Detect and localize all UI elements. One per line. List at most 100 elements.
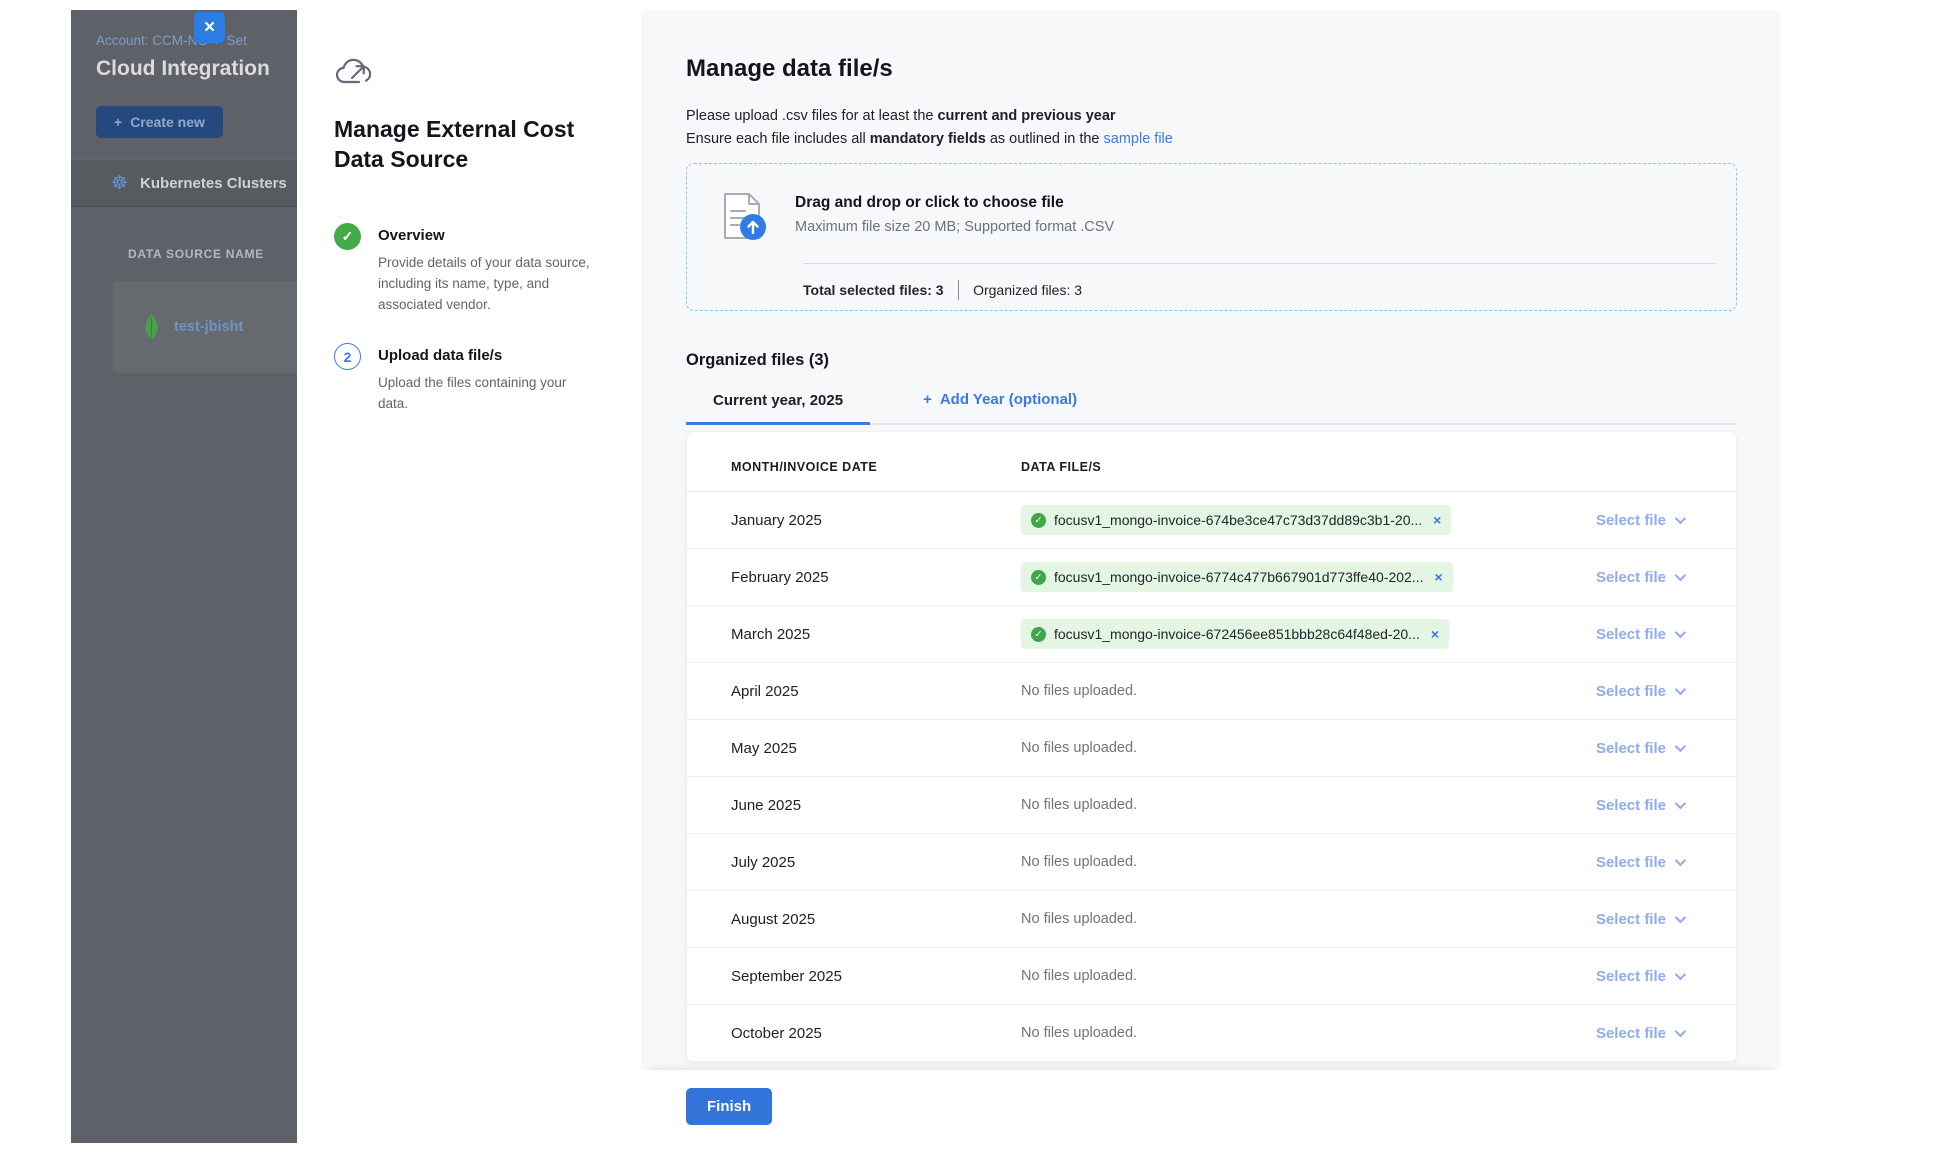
tab-current-year[interactable]: Current year, 2025 <box>686 392 870 425</box>
step-description: Provide details of your data source, inc… <box>378 253 590 316</box>
step-label: Overview <box>378 223 590 244</box>
table-row: June 2025 No files uploaded. Select file <box>687 777 1736 834</box>
remove-file-icon[interactable]: × <box>1431 626 1439 642</box>
chevron-down-icon <box>1675 969 1686 980</box>
create-new-button[interactable]: + Create new <box>96 106 223 138</box>
organized-files-count: Organized files: 3 <box>973 282 1082 298</box>
dropzone-subtitle: Maximum file size 20 MB; Supported forma… <box>795 219 1114 235</box>
file-cell: No files uploaded. <box>1021 740 1563 756</box>
file-name: focusv1_mongo-invoice-672456ee851bbb28c6… <box>1054 626 1420 642</box>
select-file-label: Select file <box>1596 683 1666 700</box>
select-file-dropdown[interactable]: Select file <box>1563 740 1683 757</box>
finish-button[interactable]: Finish <box>686 1088 772 1125</box>
page-title: Cloud Integration <box>71 48 297 81</box>
step-complete-check-icon: ✓ <box>334 223 361 250</box>
no-files-text: No files uploaded. <box>1021 1025 1137 1041</box>
select-file-dropdown[interactable]: Select file <box>1563 512 1683 529</box>
month-label: October 2025 <box>731 1025 1021 1042</box>
close-drawer-button[interactable]: × <box>194 12 225 43</box>
select-file-label: Select file <box>1596 626 1666 643</box>
file-name: focusv1_mongo-invoice-6774c477b667901d77… <box>1054 569 1423 585</box>
file-cell: No files uploaded. <box>1021 1025 1563 1041</box>
breadcrumb: Account: CCM-NG › Set <box>71 10 297 48</box>
mongodb-leaf-icon <box>143 313 160 341</box>
file-dropzone[interactable]: Drag and drop or click to choose file Ma… <box>686 163 1737 311</box>
tab-label: Kubernetes Clusters <box>140 175 287 192</box>
select-file-dropdown[interactable]: Select file <box>1563 911 1683 928</box>
dimmed-background-page: Account: CCM-NG › Set Cloud Integration … <box>71 10 297 1143</box>
step-upload-data-files[interactable]: 2 Upload data file/s Upload the files co… <box>334 343 611 415</box>
table-row: February 2025 ✓focusv1_mongo-invoice-677… <box>687 549 1736 606</box>
no-files-text: No files uploaded. <box>1021 797 1137 813</box>
file-cell: No files uploaded. <box>1021 968 1563 984</box>
tab-kubernetes-clusters[interactable]: ☸ Kubernetes Clusters <box>71 159 297 207</box>
chevron-down-icon <box>1675 855 1686 866</box>
select-file-label: Select file <box>1596 1025 1666 1042</box>
no-files-text: No files uploaded. <box>1021 968 1137 984</box>
create-new-label: Create new <box>130 114 205 130</box>
no-files-text: No files uploaded. <box>1021 740 1137 756</box>
table-row: May 2025 No files uploaded. Select file <box>687 720 1736 777</box>
upload-panel: Manage data file/s Please upload .csv fi… <box>641 10 1780 1143</box>
remove-file-icon[interactable]: × <box>1433 512 1441 528</box>
chevron-down-icon <box>1675 798 1686 809</box>
select-file-label: Select file <box>1596 740 1666 757</box>
table-row: October 2025 No files uploaded. Select f… <box>687 1005 1736 1062</box>
wizard-steps: ✓ Overview Provide details of your data … <box>334 223 611 416</box>
chevron-down-icon <box>1675 912 1686 923</box>
uploaded-file-chip: ✓focusv1_mongo-invoice-672456ee851bbb28c… <box>1021 619 1449 649</box>
no-files-text: No files uploaded. <box>1021 683 1137 699</box>
dropzone-title: Drag and drop or click to choose file <box>795 191 1114 212</box>
instructions-line-2: Ensure each file includes all mandatory … <box>686 128 1737 151</box>
file-counts: Total selected files: 3 Organized files:… <box>803 280 1716 300</box>
data-source-row[interactable]: test-jbisht <box>113 281 297 373</box>
select-file-dropdown[interactable]: Select file <box>1563 1025 1683 1042</box>
table-row: August 2025 No files uploaded. Select fi… <box>687 891 1736 948</box>
add-year-button[interactable]: + Add Year (optional) <box>896 391 1104 423</box>
table-header-row: MONTH/INVOICE DATE DATA FILE/S <box>687 432 1736 492</box>
month-label: March 2025 <box>731 626 1021 643</box>
select-file-dropdown[interactable]: Select file <box>1563 626 1683 643</box>
uploaded-file-chip: ✓focusv1_mongo-invoice-674be3ce47c73d37d… <box>1021 505 1451 535</box>
select-file-dropdown[interactable]: Select file <box>1563 968 1683 985</box>
select-file-dropdown[interactable]: Select file <box>1563 797 1683 814</box>
breadcrumb-account-link[interactable]: Account: CCM-NG <box>96 33 208 48</box>
app-window: Account: CCM-NG › Set Cloud Integration … <box>71 10 1780 1143</box>
total-selected-files: Total selected files: 3 <box>803 282 944 298</box>
month-label: June 2025 <box>731 797 1021 814</box>
monthly-rows: January 2025 ✓focusv1_mongo-invoice-674b… <box>687 492 1736 1062</box>
cloud-export-icon <box>334 56 374 88</box>
sample-file-link[interactable]: sample file <box>1104 131 1173 147</box>
month-label: May 2025 <box>731 740 1021 757</box>
wizard-panel: × Manage External Cost Data Source ✓ Ove… <box>297 10 641 1143</box>
monthly-files-card: MONTH/INVOICE DATE DATA FILE/S January 2… <box>686 431 1737 1063</box>
no-files-text: No files uploaded. <box>1021 911 1137 927</box>
select-file-label: Select file <box>1596 569 1666 586</box>
add-year-label: Add Year (optional) <box>940 391 1077 408</box>
month-label: July 2025 <box>731 854 1021 871</box>
breadcrumb-settings-link[interactable]: Set <box>226 33 246 48</box>
no-files-text: No files uploaded. <box>1021 854 1137 870</box>
file-valid-check-icon: ✓ <box>1031 570 1046 585</box>
kubernetes-icon: ☸ <box>111 174 128 193</box>
select-file-dropdown[interactable]: Select file <box>1563 683 1683 700</box>
remove-file-icon[interactable]: × <box>1434 569 1442 585</box>
upload-panel-scrollarea[interactable]: Manage data file/s Please upload .csv fi… <box>641 10 1780 1070</box>
column-header-data-source-name: DATA SOURCE NAME <box>128 247 297 261</box>
step-label: Upload data file/s <box>378 343 590 364</box>
chevron-down-icon <box>1675 1026 1686 1037</box>
file-cell: ✓focusv1_mongo-invoice-674be3ce47c73d37d… <box>1021 505 1563 535</box>
step-overview[interactable]: ✓ Overview Provide details of your data … <box>334 223 611 316</box>
chevron-down-icon <box>1675 570 1686 581</box>
drawer-title: Manage External Cost Data Source <box>334 114 584 175</box>
close-icon: × <box>204 18 215 37</box>
file-cell: No files uploaded. <box>1021 797 1563 813</box>
select-file-dropdown[interactable]: Select file <box>1563 569 1683 586</box>
instructions-line-1: Please upload .csv files for at least th… <box>686 105 1737 128</box>
select-file-dropdown[interactable]: Select file <box>1563 854 1683 871</box>
chevron-down-icon <box>1675 684 1686 695</box>
table-row: March 2025 ✓focusv1_mongo-invoice-672456… <box>687 606 1736 663</box>
file-name: focusv1_mongo-invoice-674be3ce47c73d37dd… <box>1054 512 1422 528</box>
file-cell: No files uploaded. <box>1021 683 1563 699</box>
data-source-link[interactable]: test-jbisht <box>174 319 243 335</box>
